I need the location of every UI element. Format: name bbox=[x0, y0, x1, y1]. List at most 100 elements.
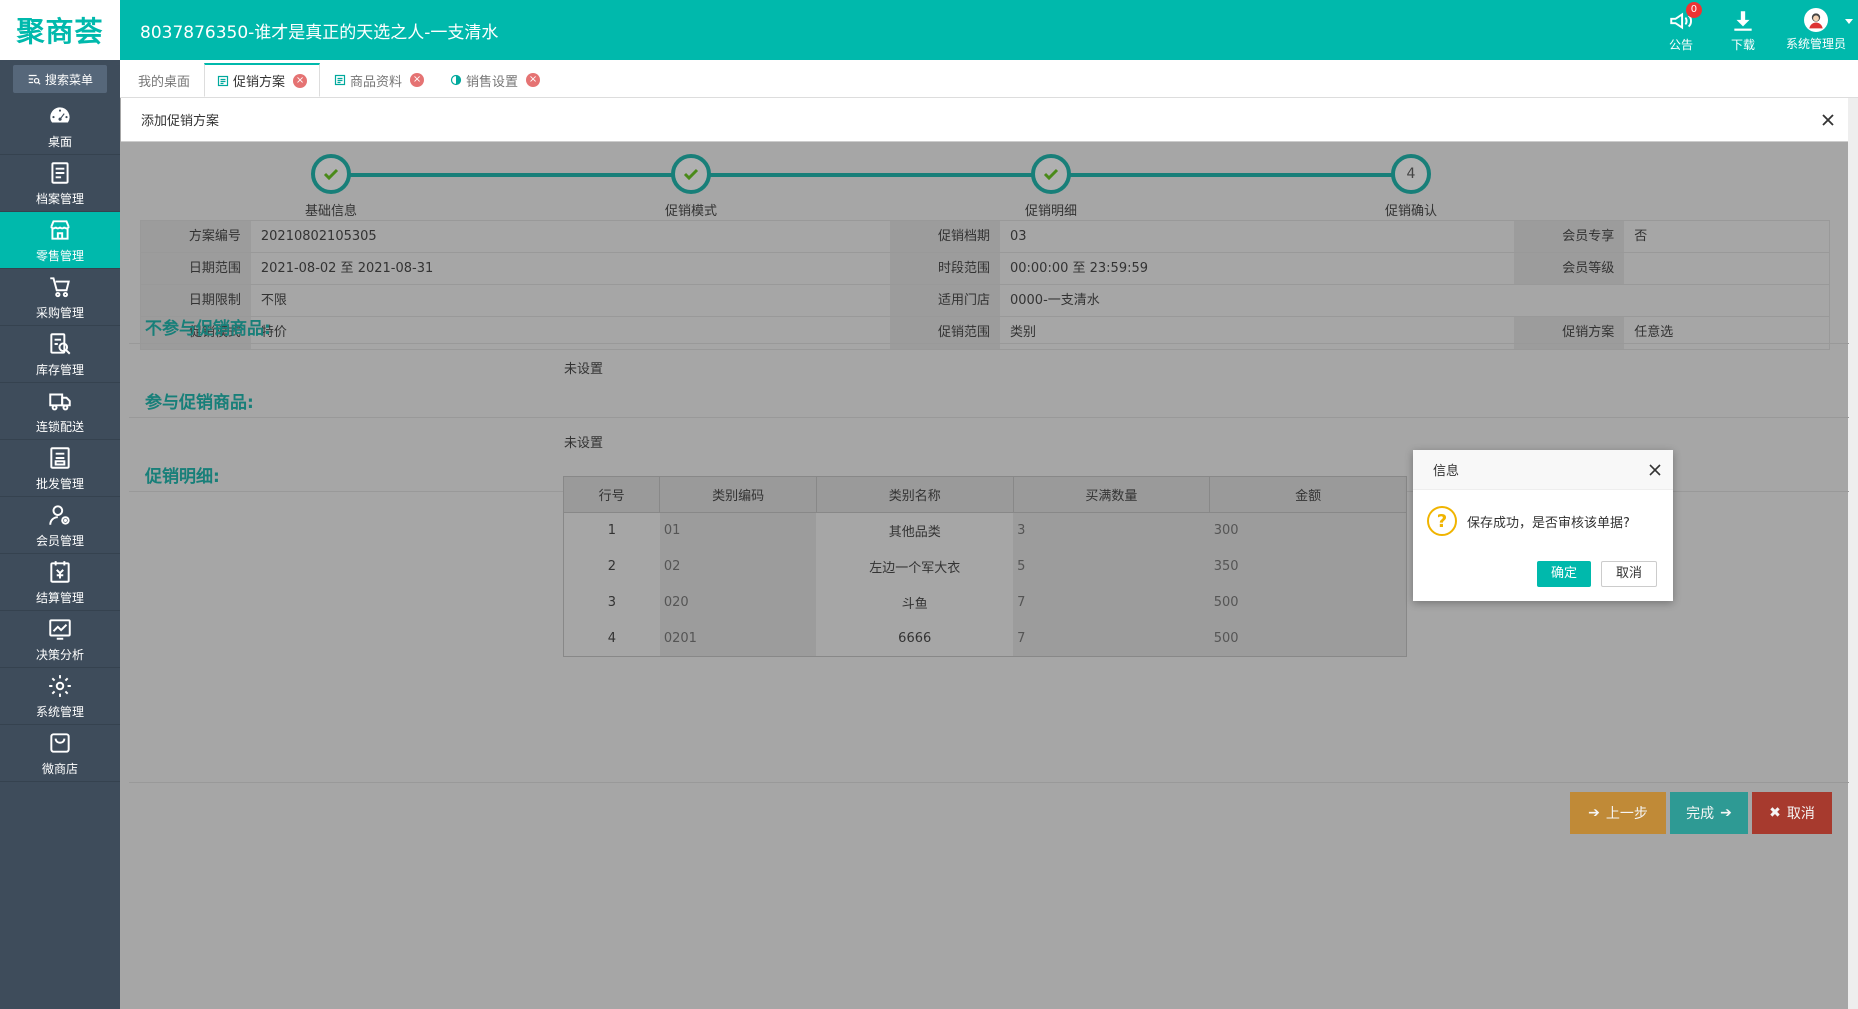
amount: 300 bbox=[1209, 512, 1407, 549]
contrast-icon bbox=[450, 74, 462, 86]
close-icon[interactable]: × bbox=[526, 73, 541, 87]
step-label: 促销确认 bbox=[1384, 204, 1437, 219]
cancel-label: 取消 bbox=[1786, 806, 1815, 822]
sidebar-item-label: 会员管理 bbox=[35, 533, 84, 548]
sidebar-item-wholesale[interactable]: 批发管理 bbox=[0, 440, 120, 497]
tab-product-data[interactable]: 商品资料 × bbox=[322, 63, 436, 97]
checkmark-icon bbox=[683, 168, 699, 181]
table-row[interactable]: 3 020 斗鱼 7 500 bbox=[564, 584, 1407, 621]
sidebar-item-microshop[interactable]: 微商店 bbox=[0, 725, 120, 782]
included-goods-value: 未设置 bbox=[564, 436, 604, 451]
amount: 500 bbox=[1209, 584, 1407, 621]
truck-icon bbox=[49, 393, 71, 410]
notice-button[interactable]: 0 公告 bbox=[1668, 1, 1702, 53]
info-value: 类别 bbox=[1009, 325, 1036, 340]
table-row[interactable]: 1 01 其他品类 3 300 bbox=[564, 512, 1407, 549]
user-menu[interactable]: 系统管理员 bbox=[1786, 8, 1846, 52]
prev-step-button[interactable]: ➔ 上一步 bbox=[1570, 792, 1666, 834]
sidebar-item-archive[interactable]: 档案管理 bbox=[0, 155, 120, 212]
avatar bbox=[1803, 8, 1828, 32]
close-icon: ✖ bbox=[1769, 805, 1781, 821]
info-value: 特价 bbox=[260, 325, 287, 340]
sidebar-item-analysis[interactable]: 决策分析 bbox=[0, 611, 120, 668]
notice-label: 公告 bbox=[1668, 37, 1693, 52]
dialog-buttons: 确定 取消 bbox=[1527, 561, 1657, 587]
sidebar-item-desktop[interactable]: 桌面 bbox=[0, 98, 120, 155]
sidebar-item-member[interactable]: 会员管理 bbox=[0, 497, 120, 554]
excluded-goods-title: 不参与促销商品: bbox=[145, 319, 271, 339]
finish-label: 完成 bbox=[1686, 806, 1715, 822]
tab-label: 我的桌面 bbox=[138, 74, 191, 90]
archive-icon bbox=[51, 161, 69, 184]
arrow-left-icon: ➔ bbox=[1588, 805, 1600, 821]
question-icon: ? bbox=[1427, 506, 1457, 536]
sidebar-item-settlement[interactable]: 结算管理 bbox=[0, 554, 120, 611]
info-value: 03 bbox=[1009, 229, 1027, 244]
sidebar-item-label: 库存管理 bbox=[35, 362, 84, 377]
category-name: 6666 bbox=[898, 630, 932, 646]
category-name: 斗鱼 bbox=[901, 597, 928, 612]
amount: 350 bbox=[1209, 548, 1407, 585]
dialog-title: 信息 bbox=[1433, 464, 1460, 479]
tab-my-desktop[interactable]: 我的桌面 bbox=[126, 63, 202, 97]
info-label: 适用门店 bbox=[890, 285, 1000, 316]
scrollbar-track[interactable] bbox=[1848, 98, 1858, 1009]
info-value: 2021-08-02 至 2021-08-31 bbox=[260, 261, 434, 276]
cancel-button[interactable]: ✖ 取消 bbox=[1752, 792, 1832, 834]
sidebar-item-retail[interactable]: 零售管理 bbox=[0, 212, 120, 269]
confirm-button[interactable]: 确定 bbox=[1536, 561, 1591, 587]
column-header: 行号 bbox=[562, 476, 661, 513]
step-promotion-mode: 促销模式 bbox=[621, 154, 761, 219]
arrow-right-icon: ➔ bbox=[1720, 805, 1732, 821]
close-icon[interactable]: × bbox=[410, 73, 425, 87]
info-row: 促销模式 特价 促销范围 类别 促销方案 任意选 bbox=[141, 317, 1829, 349]
sidebar-item-inventory[interactable]: 库存管理 bbox=[0, 326, 120, 383]
table-row[interactable]: 4 0201 6666 7 500 bbox=[564, 620, 1407, 657]
bag-icon bbox=[50, 732, 70, 753]
info-row: 日期限制 不限 适用门店 0000-一支清水 bbox=[141, 285, 1829, 317]
member-icon bbox=[49, 504, 70, 525]
chevron-down-icon[interactable] bbox=[1844, 16, 1854, 26]
info-label: 日期限制 bbox=[141, 285, 251, 316]
top-header: 聚商荟 8037876350-谁才是真正的天选之人-一支清水 0 公告 下载 系… bbox=[0, 0, 1858, 60]
top-actions: 0 公告 下载 系统管理员 bbox=[1632, 0, 1858, 60]
info-label: 促销档期 bbox=[890, 221, 1000, 252]
row-number: 3 bbox=[607, 595, 617, 610]
sidebar-item-purchase[interactable]: 采购管理 bbox=[0, 269, 120, 326]
checkmark-icon bbox=[323, 168, 339, 181]
divider bbox=[129, 343, 1849, 344]
confirm-dialog: 信息 ? 保存成功，是否审核该单据? 确定 取消 bbox=[1413, 450, 1673, 601]
category-code: 02 bbox=[659, 548, 817, 585]
search-menu-button[interactable]: 搜索菜单 bbox=[13, 65, 107, 93]
info-value: 20210802105305 bbox=[260, 229, 377, 244]
finish-button[interactable]: 完成 ➔ bbox=[1670, 792, 1748, 834]
download-button[interactable]: 下载 bbox=[1730, 8, 1756, 53]
dialog-cancel-button[interactable]: 取消 bbox=[1600, 561, 1657, 587]
sidebar-item-system[interactable]: 系统管理 bbox=[0, 668, 120, 725]
min-quantity: 7 bbox=[1013, 620, 1210, 657]
gear-icon bbox=[49, 674, 71, 697]
document-icon bbox=[217, 75, 229, 86]
step-basic-info: 基础信息 bbox=[261, 154, 401, 219]
column-header: 类别编码 bbox=[659, 476, 817, 513]
store-icon bbox=[50, 219, 70, 240]
close-icon[interactable] bbox=[1647, 462, 1663, 478]
close-icon[interactable]: × bbox=[293, 73, 308, 88]
sidebar-item-distribution[interactable]: 连锁配送 bbox=[0, 383, 120, 440]
min-quantity: 7 bbox=[1013, 584, 1210, 621]
tab-promotion-plan[interactable]: 促销方案 × bbox=[204, 63, 321, 97]
download-label: 下载 bbox=[1730, 37, 1755, 52]
table-row[interactable]: 2 02 左边一个军大衣 5 350 bbox=[564, 548, 1407, 585]
row-number: 4 bbox=[607, 630, 617, 646]
dialog-header: 信息 bbox=[1413, 450, 1673, 490]
row-number: 2 bbox=[607, 559, 617, 574]
sidebar-item-label: 桌面 bbox=[47, 134, 72, 149]
step-label: 基础信息 bbox=[304, 204, 357, 219]
info-label: 促销方案 bbox=[1514, 317, 1625, 349]
tab-sales-settings[interactable]: 销售设置 × bbox=[438, 63, 552, 97]
info-label bbox=[1514, 285, 1624, 316]
close-icon[interactable] bbox=[1818, 110, 1838, 130]
step-circle bbox=[311, 154, 351, 194]
document-icon bbox=[334, 74, 346, 86]
promotion-detail-title: 促销明细: bbox=[145, 467, 220, 487]
